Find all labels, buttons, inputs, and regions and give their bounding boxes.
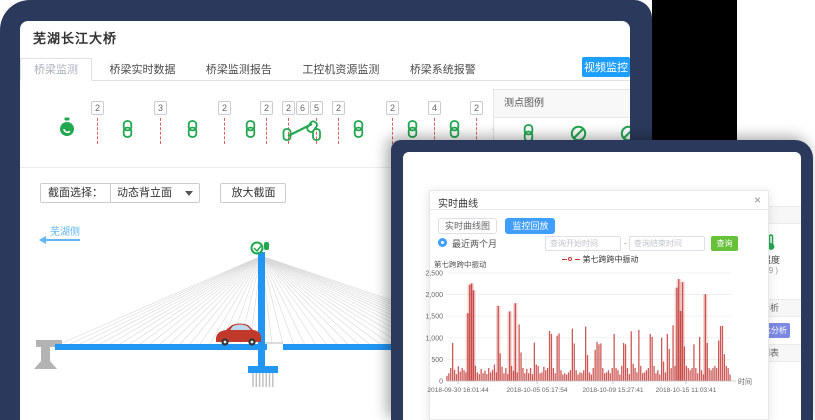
- section-select-group: 截面选择： 动态背立面: [40, 183, 200, 203]
- svg-text:2,000: 2,000: [425, 292, 443, 299]
- svg-text:2018-10-09 15:27:41: 2018-10-09 15:27:41: [582, 387, 644, 394]
- realtime-curve-dialog: 实时曲线 × 实时曲线图 监控回放 最近两个月 - 查询 第七跨跨中振动: [429, 190, 769, 420]
- dialog-title: 实时曲线: [438, 195, 478, 210]
- tab-realtime-data[interactable]: 桥梁实时数据: [96, 59, 188, 82]
- sensor-count-badge: 2: [282, 101, 295, 115]
- bridge-tower: [258, 252, 265, 367]
- chain-sensor-icon[interactable]: [352, 120, 365, 138]
- chain-sensor-icon[interactable]: [406, 120, 419, 138]
- sensor-count-badge: 5: [310, 101, 323, 115]
- start-time-input[interactable]: [545, 236, 621, 251]
- svg-text:时间: 时间: [738, 377, 752, 386]
- section-select-value: 动态背立面: [117, 184, 172, 202]
- chain-sensor-icon[interactable]: [448, 120, 461, 138]
- sensor-count-badge: 2: [386, 101, 399, 115]
- tower-top-sensor-icon[interactable]: [252, 242, 270, 254]
- query-button[interactable]: 查询: [711, 236, 738, 251]
- close-icon[interactable]: ×: [754, 193, 761, 207]
- tab-bridge-monitor[interactable]: 桥梁监测: [20, 58, 92, 81]
- sensor-count-badge: 2: [91, 101, 104, 115]
- background-block: [652, 0, 737, 141]
- tower-pier-hatch: [253, 373, 273, 387]
- sensor-count-badge: 2: [470, 101, 483, 115]
- section-select-label: 截面选择：: [41, 184, 111, 202]
- desktop: 芜湖长江大桥 桥梁监测 桥梁实时数据 桥梁监测报告 工控机资源监测 桥梁系统报警…: [0, 0, 815, 420]
- chevron-down-icon: [185, 191, 193, 196]
- sensor-dashed-line: [97, 118, 98, 144]
- end-time-input[interactable]: [629, 236, 705, 251]
- sensor-count-badge: 2: [260, 101, 273, 115]
- modal-window-frame: 测点图例 温度 ( 9 ) 对比分析 对比分析 测点列表: [391, 140, 813, 420]
- sensor-dashed-line: [338, 118, 339, 144]
- radio-last-two-months[interactable]: [438, 238, 447, 247]
- dialog-tab-buttons: 实时曲线图 监控回放: [438, 216, 555, 234]
- tower-pier-cap: [248, 366, 278, 373]
- chain-sensor-icon[interactable]: [244, 120, 257, 138]
- svg-text:2018-10-05 05:17:54: 2018-10-05 05:17:54: [506, 387, 568, 394]
- playback-tab-button[interactable]: 监控回放: [505, 218, 555, 234]
- car: [216, 324, 261, 346]
- stopwatch-icon[interactable]: [58, 117, 76, 139]
- dialog-header: 实时曲线 ×: [430, 191, 768, 210]
- sensor-dashed-line: [266, 118, 267, 144]
- bearing-sensor-icon[interactable]: [282, 120, 322, 142]
- sensor-count-badge: 6: [296, 101, 309, 115]
- sensor-dashed-line: [224, 118, 225, 144]
- direction-label: 芜湖侧: [50, 223, 80, 238]
- tab-monitor-report[interactable]: 桥梁监测报告: [193, 59, 285, 82]
- tab-ipc-resource[interactable]: 工控机资源监测: [289, 59, 392, 82]
- svg-text:第七跨跨中振动: 第七跨跨中振动: [434, 259, 487, 269]
- sensor-dashed-line: [160, 118, 161, 144]
- sensor-count-badge: 3: [154, 101, 167, 115]
- svg-text:2018-09-30 16:01:44: 2018-09-30 16:01:44: [427, 387, 489, 394]
- legend-panel-title: 测点图例: [494, 90, 630, 118]
- video-monitor-button[interactable]: 视频监控: [582, 57, 630, 77]
- legend-marker-icon: [562, 257, 580, 262]
- svg-text:1,000: 1,000: [425, 335, 443, 342]
- sensor-count-badge: 2: [332, 101, 345, 115]
- zoom-section-button[interactable]: 放大截面: [220, 183, 286, 203]
- query-row: 最近两个月 - 查询: [438, 236, 762, 251]
- section-select-row: 截面选择： 动态背立面 放大截面: [40, 183, 286, 203]
- bridge-deck-left: [55, 344, 267, 350]
- chain-sensor-icon[interactable]: [186, 120, 199, 138]
- svg-text:0: 0: [439, 379, 443, 386]
- svg-text:500: 500: [431, 357, 443, 364]
- radio-label: 最近两个月: [452, 237, 497, 250]
- main-tabs: 桥梁监测 桥梁实时数据 桥梁监测报告 工控机资源监测 桥梁系统报警: [20, 58, 630, 81]
- page-title: 芜湖长江大桥: [33, 28, 117, 47]
- section-select-dropdown[interactable]: 动态背立面: [111, 184, 199, 202]
- svg-text:2018-10-15 11:03:41: 2018-10-15 11:03:41: [656, 387, 717, 394]
- vibration-chart: 第七跨跨中振动05001,0001,5002,0002,5002018-09-3…: [430, 265, 770, 420]
- range-separator: -: [624, 238, 627, 248]
- sensor-dashed-line: [392, 118, 393, 144]
- modal-page: 测点图例 温度 ( 9 ) 对比分析 对比分析 测点列表: [403, 152, 801, 420]
- svg-text:2,500: 2,500: [425, 271, 443, 278]
- sensor-count-badge: 4: [428, 101, 441, 115]
- tab-system-alarm[interactable]: 桥梁系统报警: [397, 59, 489, 82]
- svg-text:1,500: 1,500: [425, 314, 443, 321]
- realtime-curve-tab-button[interactable]: 实时曲线图: [438, 218, 497, 234]
- chain-sensor-icon[interactable]: [121, 120, 134, 138]
- sensor-count-badge: 2: [218, 101, 231, 115]
